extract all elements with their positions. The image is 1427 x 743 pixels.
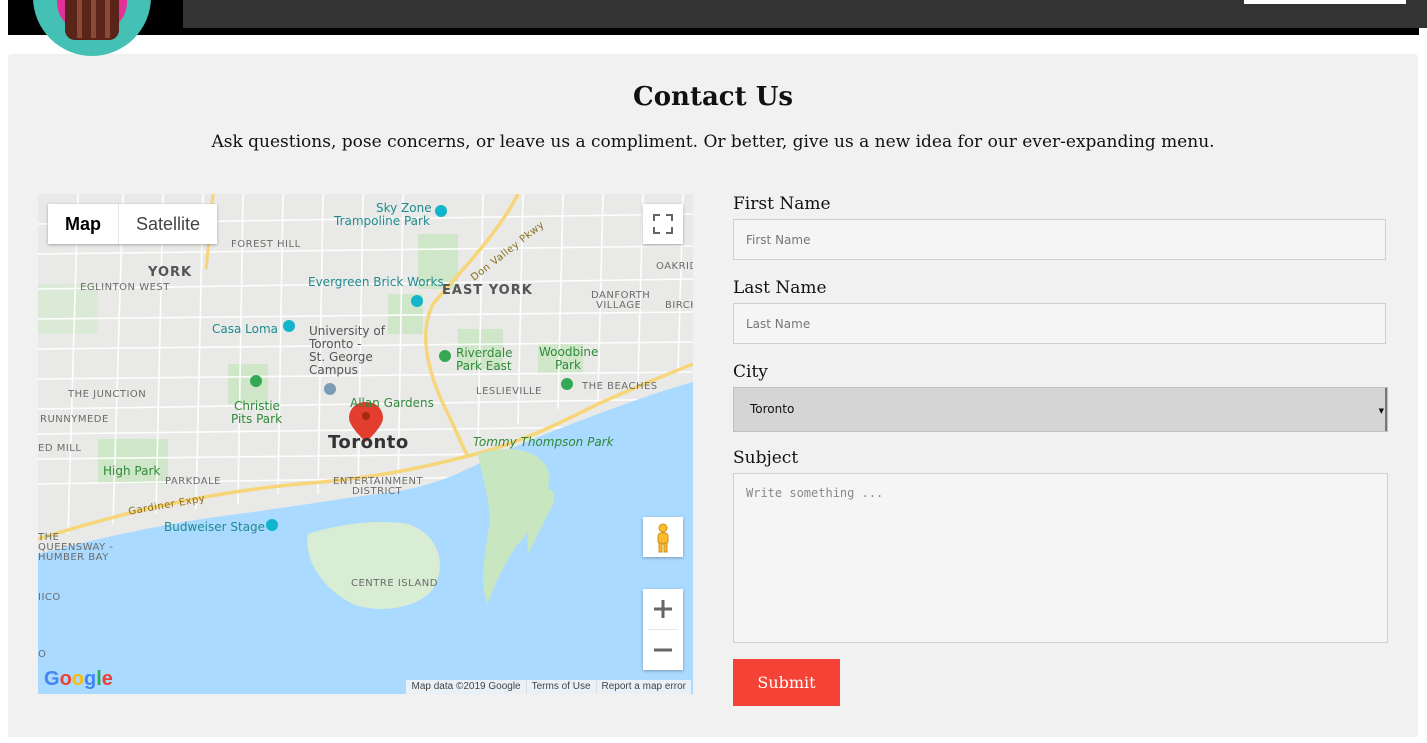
city-select-value: Toronto [750, 402, 795, 416]
fullscreen-icon [653, 214, 673, 234]
city-label: City [733, 362, 768, 382]
subject-textarea[interactable] [733, 473, 1388, 643]
map-label: HUMBER BAY [38, 552, 109, 563]
map-label: Budweiser Stage [164, 520, 266, 534]
map-label: VILLAGE [596, 300, 642, 311]
submit-button[interactable]: Submit [733, 659, 840, 706]
map-city-label: Toronto [328, 432, 409, 453]
first-name-label: First Name [733, 194, 831, 214]
map-attribution: Map data ©2019 Google Terms of Use Repor… [406, 680, 691, 694]
map-label: THE JUNCTION [68, 389, 147, 400]
map-label: EGLINTON WEST [80, 282, 170, 293]
logo-stripe [105, 0, 110, 38]
cupcake-logo[interactable] [33, 0, 151, 56]
map-label: BIRCH [665, 300, 693, 311]
last-name-field[interactable] [733, 303, 1386, 344]
page-subtitle: Ask questions, pose concerns, or leave u… [211, 132, 1215, 152]
map-label: Pits Park [231, 412, 283, 426]
map-data-credit: Map data ©2019 Google [411, 681, 521, 692]
page-title: Contact Us [633, 82, 793, 112]
map-type-satellite-button[interactable]: Satellite [119, 204, 217, 244]
last-name-label: Last Name [733, 278, 827, 298]
map-label: University of [309, 324, 385, 338]
map-type-control: Map Satellite [48, 204, 218, 244]
map-label: High Park [103, 464, 161, 478]
map-label: ED MILL [38, 443, 82, 454]
subject-label: Subject [733, 448, 799, 468]
map-label: PARKDALE [165, 476, 221, 487]
map-label: Park East [456, 359, 512, 373]
map-label: O [38, 649, 47, 660]
map-label: RUNNYMEDE [40, 414, 109, 425]
map-label: IICO [38, 592, 61, 603]
street-view-pegman-button[interactable] [643, 517, 683, 557]
map-label: OAKRID [656, 261, 693, 272]
zoom-control [643, 589, 683, 670]
zoom-in-button[interactable] [643, 589, 683, 629]
map-label: Christie [234, 399, 280, 413]
map-label: Riverdale [456, 346, 513, 360]
map-label: CENTRE ISLAND [351, 578, 438, 589]
map-label: Toronto - [309, 337, 362, 351]
map-label: St. George [309, 350, 373, 364]
logo-stripe [91, 0, 96, 38]
map-label: DISTRICT [352, 486, 403, 497]
map-label: THE BEACHES [582, 381, 658, 392]
chevron-down-icon: ▼ [1378, 407, 1384, 415]
google-map[interactable]: Sky Zone Trampoline Park FOREST HILL YOR… [38, 194, 693, 694]
pegman-icon [657, 523, 669, 553]
top-navbar [8, 0, 1427, 35]
map-label: Allan Gardens [350, 396, 434, 410]
terms-of-use-link[interactable]: Terms of Use [525, 680, 596, 694]
navbar-inner [183, 0, 1427, 28]
city-select[interactable]: Toronto ▼ [733, 387, 1388, 432]
contact-panel: Contact Us Ask questions, pose concerns,… [8, 54, 1418, 737]
fullscreen-button[interactable] [643, 204, 683, 244]
map-label: Sky Zone [376, 201, 432, 215]
report-map-error-link[interactable]: Report a map error [595, 680, 691, 694]
map-label: FOREST HILL [231, 239, 301, 250]
select-edge [1385, 388, 1387, 431]
plus-icon [654, 600, 672, 618]
map-label: LESLIEVILLE [476, 386, 542, 397]
map-label: Park [555, 358, 581, 372]
map-label: EAST YORK [442, 283, 533, 298]
navbar-search-box[interactable] [1244, 0, 1406, 4]
map-label: Evergreen Brick Works [308, 275, 444, 289]
map-label: YORK [148, 265, 193, 280]
map-label: Casa Loma [212, 322, 279, 336]
map-label: Tommy Thompson Park [473, 435, 614, 449]
map-label: Trampoline Park [334, 214, 430, 228]
map-label: Woodbine [539, 345, 599, 359]
logo-stripe [77, 0, 82, 38]
first-name-field[interactable] [733, 219, 1386, 260]
map-type-map-button[interactable]: Map [48, 204, 119, 244]
minus-icon [654, 648, 672, 652]
zoom-out-button[interactable] [643, 630, 683, 670]
google-logo[interactable]: Google [44, 668, 113, 691]
map-label: Campus [309, 363, 358, 377]
